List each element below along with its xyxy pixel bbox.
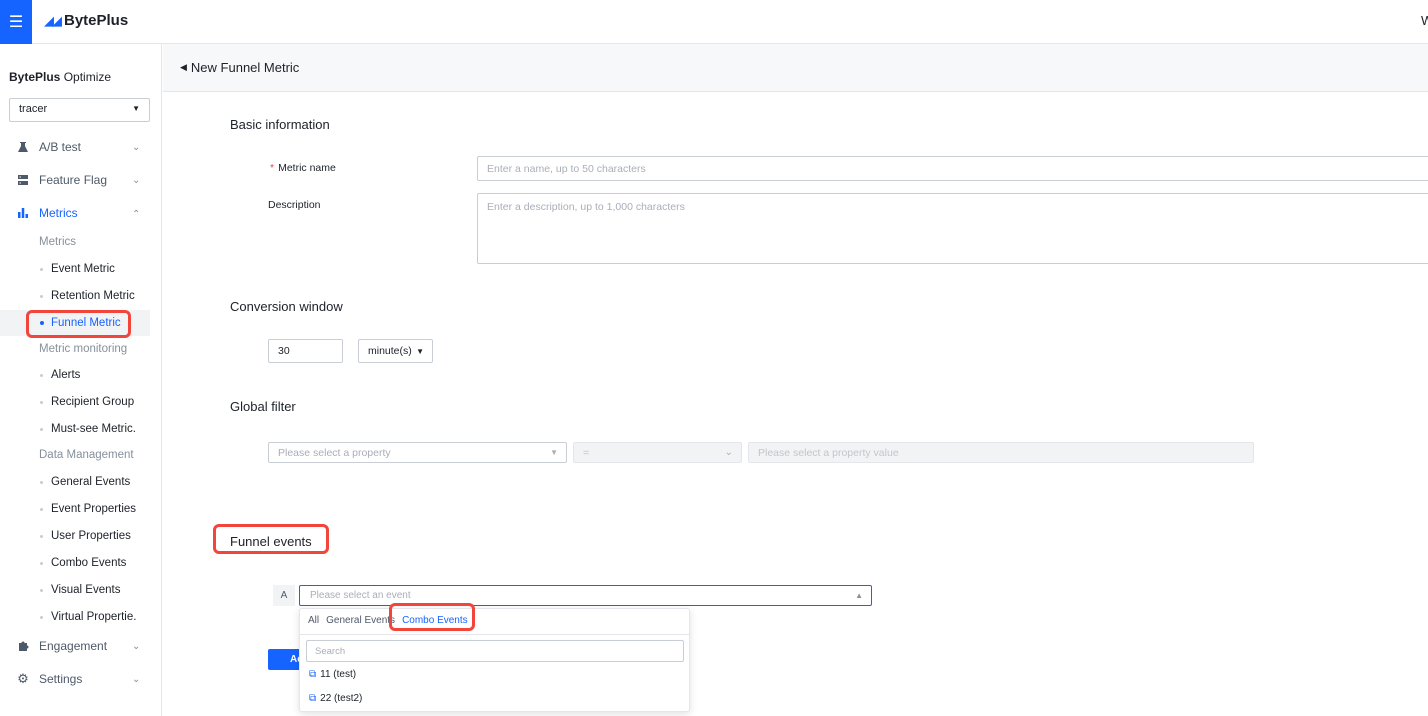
bullet-icon <box>40 400 43 404</box>
caret-down-icon: ▼ <box>550 448 558 457</box>
server-icon <box>17 174 29 186</box>
highlight-combo-events <box>389 603 475 631</box>
event-option[interactable]: ⧉ 11 (test) <box>309 669 356 680</box>
chevron-down-icon: ⌄ <box>132 174 141 186</box>
user-menu[interactable]: W <box>1421 13 1428 28</box>
metric-name-label: * Metric name <box>270 162 336 174</box>
chevron-down-icon: ⌄ <box>132 640 141 652</box>
nav-feature-flag-label: Feature Flag <box>39 173 108 187</box>
app-select[interactable]: tracer ▼ <box>9 98 150 122</box>
bullet-icon <box>40 534 43 538</box>
caret-left-icon: ◀ <box>180 62 187 72</box>
page-title: New Funnel Metric <box>190 60 300 75</box>
bullet-icon <box>40 561 43 565</box>
bullet-icon <box>40 373 43 377</box>
nav-group-metrics: Metrics <box>39 236 77 248</box>
nav-settings-label: Settings <box>39 672 83 686</box>
caret-down-icon: ▼ <box>132 104 140 113</box>
sidebar-item-recipient-group[interactable]: Recipient Group <box>0 389 150 415</box>
chevron-up-icon: ⌃ <box>132 209 141 220</box>
back-button[interactable]: ◀ New Funnel Metric <box>180 60 299 75</box>
nav-engagement[interactable]: Engagement ⌄ <box>0 631 162 661</box>
hamburger-menu-icon[interactable]: ☰ <box>0 0 32 44</box>
bullet-icon <box>40 267 43 271</box>
bar-chart-icon <box>17 207 29 219</box>
caret-up-icon: ▲ <box>855 591 863 600</box>
sidebar-item-combo-events[interactable]: Combo Events <box>0 550 150 576</box>
sidebar-item-event-properties[interactable]: Event Properties <box>0 496 150 522</box>
description-label: Description <box>268 199 321 211</box>
highlight-funnel-metric <box>26 310 131 338</box>
nav-metrics[interactable]: Metrics ⌃ <box>0 198 162 228</box>
bullet-icon <box>40 294 43 298</box>
flask-icon <box>17 141 29 153</box>
page-header: ◀ New Funnel Metric <box>163 44 1428 92</box>
divider <box>300 634 689 635</box>
sidebar-item-alerts[interactable]: Alerts <box>0 362 150 388</box>
sidebar-item-retention-metric[interactable]: Retention Metric <box>0 283 150 309</box>
filter-operator-select[interactable]: = ⌄ <box>573 442 742 463</box>
metric-name-input[interactable]: Enter a name, up to 50 characters <box>477 156 1428 181</box>
sidebar-item-general-events[interactable]: General Events <box>0 469 150 495</box>
nav-feature-flag[interactable]: Feature Flag ⌄ <box>0 165 162 195</box>
sidebar-item-virtual-properties[interactable]: Virtual Propertie. <box>0 604 150 630</box>
event-option[interactable]: ⧉ 22 (test2) <box>309 693 362 704</box>
filter-value-input[interactable]: Please select a property value <box>748 442 1254 463</box>
filter-property-select[interactable]: Please select a property ▼ <box>268 442 567 463</box>
bullet-icon <box>40 427 43 431</box>
section-global-filter: Global filter <box>230 399 296 414</box>
bullet-icon <box>40 480 43 484</box>
nav-abtest-label: A/B test <box>39 140 82 154</box>
nav-group-data-management: Data Management <box>39 449 134 461</box>
tab-all[interactable]: All <box>308 615 319 626</box>
chevron-down-icon: ⌄ <box>724 447 733 458</box>
product-name: BytePlus Optimize <box>9 70 112 84</box>
combo-event-icon: ⧉ <box>309 669 317 680</box>
funnel-step-tag: A <box>273 585 295 606</box>
chevron-down-icon: ⌄ <box>132 673 141 685</box>
event-dropdown: All General Events Combo Events Search ⧉… <box>299 608 690 712</box>
sidebar: BytePlus Optimize tracer ▼ A/B test ⌄ Fe… <box>0 44 162 716</box>
required-mark: * <box>270 162 275 174</box>
brand-name: BytePlus <box>64 12 129 29</box>
section-basic-information: Basic information <box>230 117 330 132</box>
event-search-input[interactable]: Search <box>306 640 684 662</box>
nav-settings[interactable]: ⚙ Settings ⌄ <box>0 664 162 694</box>
top-bar: ☰ ◢◢ BytePlus W <box>0 0 1428 44</box>
sidebar-item-visual-events[interactable]: Visual Events <box>0 577 150 603</box>
conversion-unit-select[interactable]: minute(s) ▼ <box>358 339 433 363</box>
nav-engagement-label: Engagement <box>39 639 108 653</box>
app-select-value: tracer <box>19 103 48 115</box>
nav-metrics-label: Metrics <box>39 206 78 220</box>
bullet-icon <box>40 588 43 592</box>
add-step-button[interactable]: Add <box>268 649 302 670</box>
description-textarea[interactable]: Enter a description, up to 1,000 charact… <box>477 193 1428 264</box>
bullet-icon <box>40 615 43 619</box>
nav-group-monitoring: Metric monitoring <box>39 343 128 355</box>
chevron-down-icon: ⌄ <box>132 141 141 153</box>
conversion-window-input[interactable]: 30 <box>268 339 343 363</box>
tab-general-events[interactable]: General Events <box>326 615 395 626</box>
caret-down-icon: ▼ <box>416 346 424 356</box>
sidebar-item-event-metric[interactable]: Event Metric <box>0 256 150 282</box>
sidebar-item-must-see-metric[interactable]: Must-see Metric. <box>0 416 150 442</box>
sidebar-item-user-properties[interactable]: User Properties <box>0 523 150 549</box>
combo-event-icon: ⧉ <box>309 693 317 704</box>
funnel-event-select[interactable]: Please select an event ▲ <box>299 585 872 606</box>
bullet-icon <box>40 507 43 511</box>
puzzle-icon <box>17 640 29 652</box>
nav-abtest[interactable]: A/B test ⌄ <box>0 132 162 162</box>
highlight-funnel-events <box>213 524 329 554</box>
gear-icon: ⚙ <box>17 671 29 686</box>
brand-logo[interactable]: ◢◢ BytePlus <box>44 12 128 29</box>
section-conversion-window: Conversion window <box>230 299 343 314</box>
byteplus-logo-icon: ◢◢ <box>44 12 62 28</box>
